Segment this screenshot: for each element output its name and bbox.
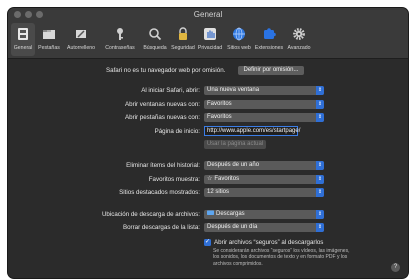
globe-icon [230, 25, 248, 43]
tab-label: Seguridad [171, 45, 195, 51]
use-current-page-button[interactable]: Usar la página actual [204, 140, 266, 149]
tab-seguridad[interactable]: Seguridad [168, 23, 198, 56]
startup-value: Una nueva ventana [207, 87, 260, 93]
star-icon: ☆ [207, 176, 213, 182]
download-location-select[interactable]: Descargas ⇕ [204, 210, 324, 219]
open-safe-files-checkbox[interactable]: ✓ [204, 239, 211, 246]
homepage-input[interactable]: http://www.apple.com/es/startpage/ [204, 126, 300, 136]
pencil-icon [72, 25, 90, 43]
tab-label: Autorrelleno [67, 45, 95, 51]
chevron-updown-icon: ⇕ [316, 188, 324, 197]
new-tabs-select[interactable]: Favoritos ⇕ [204, 113, 324, 122]
preferences-window: General General Pestañas Autorrelleno Co… [8, 8, 408, 278]
tab-label: Avanzado [287, 45, 311, 51]
folder-icon [207, 210, 214, 219]
help-button[interactable]: ? [391, 263, 400, 272]
remove-history-value: Después de un año [207, 162, 260, 168]
open-safe-files-label: Abrir archivos “seguros” al descargarlos [214, 239, 324, 246]
remove-history-select[interactable]: Después de un año ⇕ [204, 161, 324, 170]
open-safe-files-note: Se considerarán archivos “seguros” los v… [213, 248, 350, 267]
switch-icon [14, 25, 32, 43]
window-title: General [193, 10, 223, 19]
hand-icon [201, 25, 219, 43]
favorites-shows-label: Favoritos muestra: [148, 176, 200, 183]
favorites-shows-value: Favoritos [214, 176, 240, 182]
tab-label: Privacidad [197, 45, 223, 51]
tab-pestanas[interactable]: Pestañas [36, 23, 62, 56]
new-windows-label: Abrir ventanas nuevas con: [125, 101, 200, 108]
startup-label: Al iniciar Safari, abrir: [141, 87, 200, 94]
homepage-label: Página de inicio: [154, 128, 200, 135]
tab-contrasenas[interactable]: Contraseñas [102, 23, 138, 56]
chevron-updown-icon: ⇕ [316, 210, 324, 219]
top-sites-label: Sitios destacados mostrados: [119, 189, 200, 196]
general-pane: Safari no es tu navegador web por omisió… [8, 59, 408, 278]
remove-downloads-value: Después de un día [207, 224, 258, 230]
tab-sitios-web[interactable]: Sitios web [224, 23, 254, 56]
tabs-icon [40, 25, 58, 43]
tab-autorrelleno[interactable]: Autorrelleno [63, 23, 99, 56]
search-icon [146, 25, 164, 43]
tab-label: Sitios web [227, 45, 251, 51]
tab-label: Extensiones [254, 45, 284, 51]
download-location-label: Ubicación de descarga de archivos: [101, 211, 200, 218]
startup-select[interactable]: Una nueva ventana ⇕ [204, 86, 324, 95]
chevron-updown-icon: ⇕ [316, 113, 324, 122]
default-browser-text: Safari no es tu navegador web por omisió… [106, 67, 226, 74]
new-tabs-value: Favoritos [207, 114, 232, 120]
chevron-updown-icon: ⇕ [316, 175, 324, 184]
tab-extensiones[interactable]: Extensiones [253, 23, 285, 56]
top-sites-value: 12 sitios [207, 189, 230, 195]
puzzle-icon [260, 25, 278, 43]
remove-downloads-label: Borrar descargas de la lista: [122, 224, 200, 231]
tab-avanzado[interactable]: Avanzado [284, 23, 314, 56]
tab-label: Pestañas [38, 45, 60, 51]
remove-history-label: Eliminar ítems del historial: [126, 162, 200, 169]
new-windows-select[interactable]: Favoritos ⇕ [204, 100, 324, 109]
favorites-shows-select[interactable]: ☆ Favoritos ⇕ [204, 175, 324, 184]
key-icon [111, 25, 129, 43]
top-sites-select[interactable]: 12 sitios ⇕ [204, 188, 324, 197]
lock-icon [174, 25, 192, 43]
tab-privacidad[interactable]: Privacidad [195, 23, 225, 56]
chevron-updown-icon: ⇕ [316, 100, 324, 109]
new-tabs-label: Abrir pestañas nuevas con: [125, 114, 200, 121]
chevron-updown-icon: ⇕ [316, 223, 324, 232]
tab-general[interactable]: General [11, 23, 35, 56]
title-bar: General [8, 8, 408, 22]
tab-busqueda[interactable]: Búsqueda [140, 23, 170, 56]
download-location-value: Descargas [216, 211, 245, 217]
tab-label: General [13, 45, 33, 51]
new-windows-value: Favoritos [207, 101, 232, 107]
preferences-toolbar: General Pestañas Autorrelleno Contraseña… [8, 22, 408, 59]
tab-label: Contraseñas [105, 45, 135, 51]
tab-label: Búsqueda [143, 45, 167, 51]
remove-downloads-select[interactable]: Después de un día ⇕ [204, 223, 324, 232]
chevron-updown-icon: ⇕ [316, 161, 324, 170]
chevron-updown-icon: ⇕ [316, 86, 324, 95]
set-default-button[interactable]: Definir por omisión... [238, 66, 304, 75]
gear-icon [290, 25, 308, 43]
